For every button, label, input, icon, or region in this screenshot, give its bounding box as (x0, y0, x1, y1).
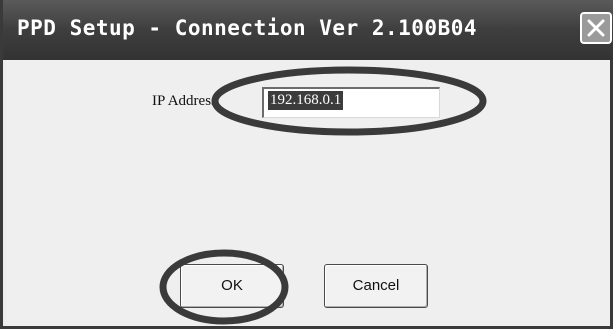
title-bar[interactable]: PPD Setup - Connection Ver 2.100B04 (3, 0, 613, 60)
ok-button[interactable]: OK (180, 264, 284, 308)
cancel-button[interactable]: Cancel (324, 264, 428, 308)
dialog-window: PPD Setup - Connection Ver 2.100B04 (0, 0, 613, 329)
window-title: PPD Setup - Connection Ver 2.100B04 (17, 16, 478, 40)
close-button[interactable] (580, 12, 612, 44)
ip-address-value[interactable]: 192.168.0.1 (268, 91, 344, 110)
close-icon (587, 19, 605, 37)
ip-address-label: IP Address (152, 93, 217, 109)
